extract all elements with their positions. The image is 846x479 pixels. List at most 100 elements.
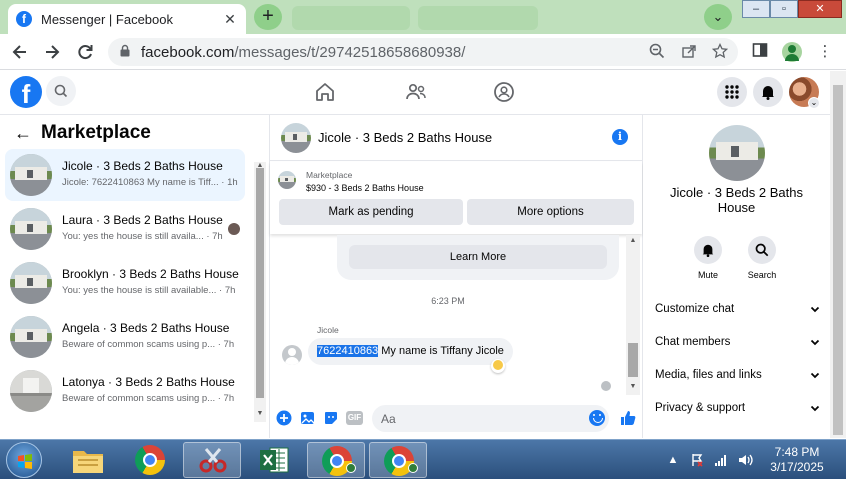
scrollbar-thumb[interactable] xyxy=(256,168,264,398)
back-arrow-icon[interactable] xyxy=(9,41,31,63)
window-minimize-button[interactable]: – xyxy=(742,0,770,18)
chrome-taskbar-button[interactable] xyxy=(121,442,179,478)
excel-taskbar-button[interactable] xyxy=(245,442,303,478)
scrollbar-thumb[interactable] xyxy=(833,85,843,435)
sender-avatar[interactable] xyxy=(282,345,302,365)
scroll-up-arrow-icon[interactable]: ▲ xyxy=(626,237,640,244)
section-label: Media, files and links xyxy=(655,369,762,381)
conversation-item[interactable]: Brooklyn · 3 Beds 2 Baths House You: yes… xyxy=(5,257,245,309)
excel-icon xyxy=(260,447,289,473)
browser-profile-icon[interactable] xyxy=(782,42,802,62)
browser-menu-kebab-icon[interactable]: ⋮ xyxy=(815,42,835,62)
message-text: My name is Tiffany Jicole xyxy=(378,345,504,357)
conversation-preview: You: yes the house is still availa... · … xyxy=(62,231,223,242)
home-icon[interactable] xyxy=(313,80,337,104)
conversation-item[interactable]: Jicole · 3 Beds 2 Baths House Jicole: 76… xyxy=(5,149,245,201)
chat-members-row[interactable]: Chat members xyxy=(655,336,821,356)
conversation-name: Angela · 3 Beds 2 Baths House xyxy=(62,321,230,335)
conversation-preview: Beware of common scams using p... · 7h xyxy=(62,339,235,350)
message-composer: GIF xyxy=(270,401,642,438)
scrollbar[interactable]: ▲ ▼ xyxy=(626,235,640,395)
customize-chat-row[interactable]: Customize chat xyxy=(655,303,821,323)
chat-avatar[interactable] xyxy=(281,123,311,153)
address-bar[interactable]: facebook.com/messages/t/2974251865868093… xyxy=(108,38,738,66)
emoji-icon[interactable] xyxy=(589,410,605,426)
start-button[interactable] xyxy=(6,442,42,478)
window-close-button[interactable]: ✕ xyxy=(798,0,842,18)
conversation-item[interactable]: Angela · 3 Beds 2 Baths House Beware of … xyxy=(5,311,245,363)
more-options-button[interactable]: More options xyxy=(467,199,634,225)
groups-icon[interactable] xyxy=(492,80,516,104)
browser-tab-messenger[interactable]: f Messenger | Facebook ✕ xyxy=(8,4,246,34)
background-tab[interactable] xyxy=(292,6,410,30)
friends-icon[interactable] xyxy=(404,80,428,104)
listing-card: Marketplace $930 - 3 Beds 2 Baths House … xyxy=(270,162,642,234)
scrollbar[interactable]: ▲ ▼ xyxy=(254,162,266,422)
show-hidden-icons-icon[interactable]: ▲ xyxy=(666,453,680,467)
listing-thumbnail[interactable] xyxy=(278,171,296,189)
bell-icon[interactable] xyxy=(753,77,783,107)
page-scrollbar[interactable] xyxy=(830,71,846,438)
back-arrow-icon[interactable]: ← xyxy=(14,123,32,144)
new-tab-button[interactable]: + xyxy=(254,4,282,30)
forward-arrow-icon[interactable] xyxy=(41,41,63,63)
network-signal-icon[interactable] xyxy=(714,453,728,467)
chevron-down-icon[interactable]: ⌄ xyxy=(808,97,820,109)
share-icon[interactable] xyxy=(680,43,698,61)
window-maximize-button[interactable]: ▫ xyxy=(770,0,798,18)
chat-title[interactable]: Jicole · 3 Beds 2 Baths House xyxy=(318,130,492,145)
background-tab[interactable] xyxy=(418,6,538,30)
chrome-profile-taskbar-button[interactable] xyxy=(307,442,365,478)
zoom-icon[interactable] xyxy=(648,43,666,61)
scroll-down-arrow-icon[interactable]: ▼ xyxy=(254,410,266,417)
chat-panel: Jicole · 3 Beds 2 Baths House i Marketpl… xyxy=(269,115,643,438)
facebook-top-bar: f ⌄ xyxy=(0,71,830,115)
url-text: facebook.com/messages/t/2974251865868093… xyxy=(141,44,466,61)
thumbs-up-icon[interactable] xyxy=(619,409,637,427)
conversation-item[interactable]: Latonya · 3 Beds 2 Baths House Beware of… xyxy=(5,365,245,417)
search-icon xyxy=(748,236,776,264)
message-thread: Learn More 6:23 PM Jicole 7622410863 My … xyxy=(270,235,642,400)
chrome-profile-taskbar-button-active[interactable] xyxy=(369,442,427,478)
action-center-flag-icon[interactable] xyxy=(690,453,704,467)
file-explorer-taskbar-button[interactable] xyxy=(59,442,117,478)
reload-icon[interactable] xyxy=(74,41,96,63)
side-panel-icon[interactable] xyxy=(750,42,770,62)
tab-close-icon[interactable]: ✕ xyxy=(222,11,238,28)
conversation-item[interactable]: Laura · 3 Beds 2 Baths House You: yes th… xyxy=(5,203,245,255)
conversation-name: Laura · 3 Beds 2 Baths House xyxy=(62,213,223,227)
menu-grid-icon[interactable] xyxy=(717,77,747,107)
listing-category: Marketplace xyxy=(306,170,353,180)
scrollbar-thumb[interactable] xyxy=(628,343,638,377)
listing-description[interactable]: $930 - 3 Beds 2 Baths House xyxy=(306,183,424,193)
volume-icon[interactable] xyxy=(738,453,753,467)
sticker-icon[interactable] xyxy=(323,410,339,426)
seen-avatar xyxy=(601,381,611,391)
mute-button[interactable]: Mute xyxy=(686,236,730,280)
listing-thumbnail xyxy=(10,262,52,304)
plus-circle-icon[interactable] xyxy=(276,410,292,426)
info-icon[interactable]: i xyxy=(612,129,628,145)
tab-search-chevron-icon[interactable]: ⌄ xyxy=(704,4,732,30)
facebook-logo[interactable]: f xyxy=(10,76,42,108)
scroll-down-arrow-icon[interactable]: ▼ xyxy=(626,383,640,390)
privacy-support-row[interactable]: Privacy & support xyxy=(655,402,821,422)
photo-icon[interactable] xyxy=(300,410,316,426)
listing-thumbnail xyxy=(10,316,52,358)
gif-icon[interactable]: GIF xyxy=(346,411,363,425)
bookmark-star-icon[interactable] xyxy=(711,42,729,61)
system-clock[interactable]: 7:48 PM 3/17/2025 xyxy=(760,445,834,475)
clock-time: 7:48 PM xyxy=(774,445,820,459)
message-bubble[interactable]: 7622410863 My name is Tiffany Jicole xyxy=(308,338,513,365)
learn-more-button[interactable]: Learn More xyxy=(349,245,607,269)
reaction-emoji-icon[interactable] xyxy=(491,359,505,373)
listing-avatar[interactable] xyxy=(709,125,765,181)
search-button[interactable]: Search xyxy=(740,236,784,280)
snipping-tool-taskbar-button[interactable] xyxy=(183,442,241,478)
media-files-links-row[interactable]: Media, files and links xyxy=(655,369,821,389)
lock-icon[interactable] xyxy=(120,44,130,57)
search-icon[interactable] xyxy=(46,76,76,106)
mark-as-pending-button[interactable]: Mark as pending xyxy=(279,199,463,225)
conversation-name: Jicole · 3 Beds 2 Baths House xyxy=(62,159,223,173)
message-input[interactable] xyxy=(372,405,609,432)
